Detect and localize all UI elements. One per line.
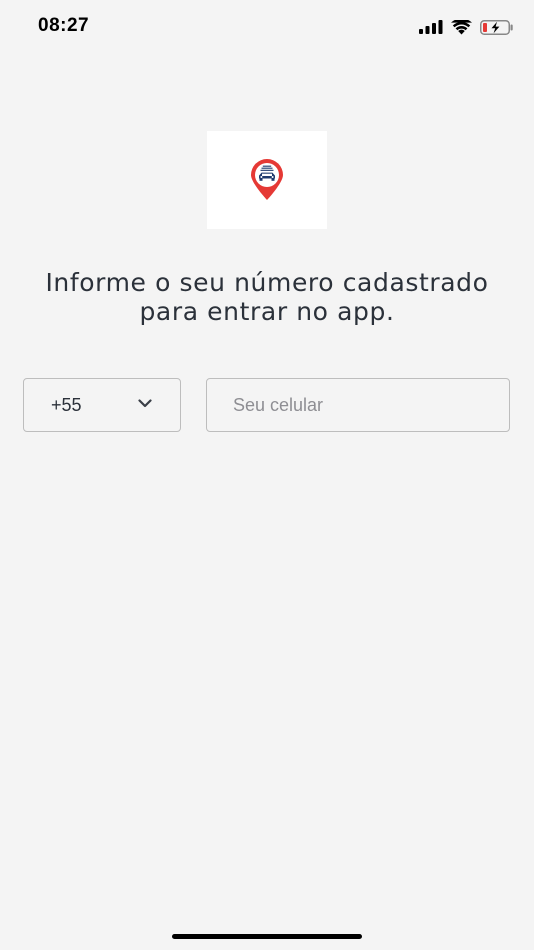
battery-charging-icon [480, 19, 513, 35]
phone-number-input[interactable] [206, 378, 510, 432]
map-pin-car-logo [251, 159, 283, 200]
login-prompt: Informe o seu número cadastrado para ent… [20, 268, 514, 326]
login-screen: 08:27 Informe o seu número cadastrado pa… [0, 0, 534, 950]
chevron-down-icon [138, 399, 152, 408]
country-code-value: +55 [51, 394, 82, 415]
status-time: 08:27 [38, 15, 90, 36]
home-indicator[interactable] [172, 934, 362, 939]
country-code-select[interactable]: +55 [23, 378, 181, 432]
wifi-icon [451, 19, 472, 34]
status-icons [419, 17, 514, 37]
status-bar: 08:27 [0, 0, 534, 54]
app-logo [207, 131, 327, 229]
prompt-line-2: para entrar no app. [139, 297, 395, 326]
signal-icon [419, 20, 443, 34]
prompt-line-1: Informe o seu número cadastrado [45, 268, 489, 297]
